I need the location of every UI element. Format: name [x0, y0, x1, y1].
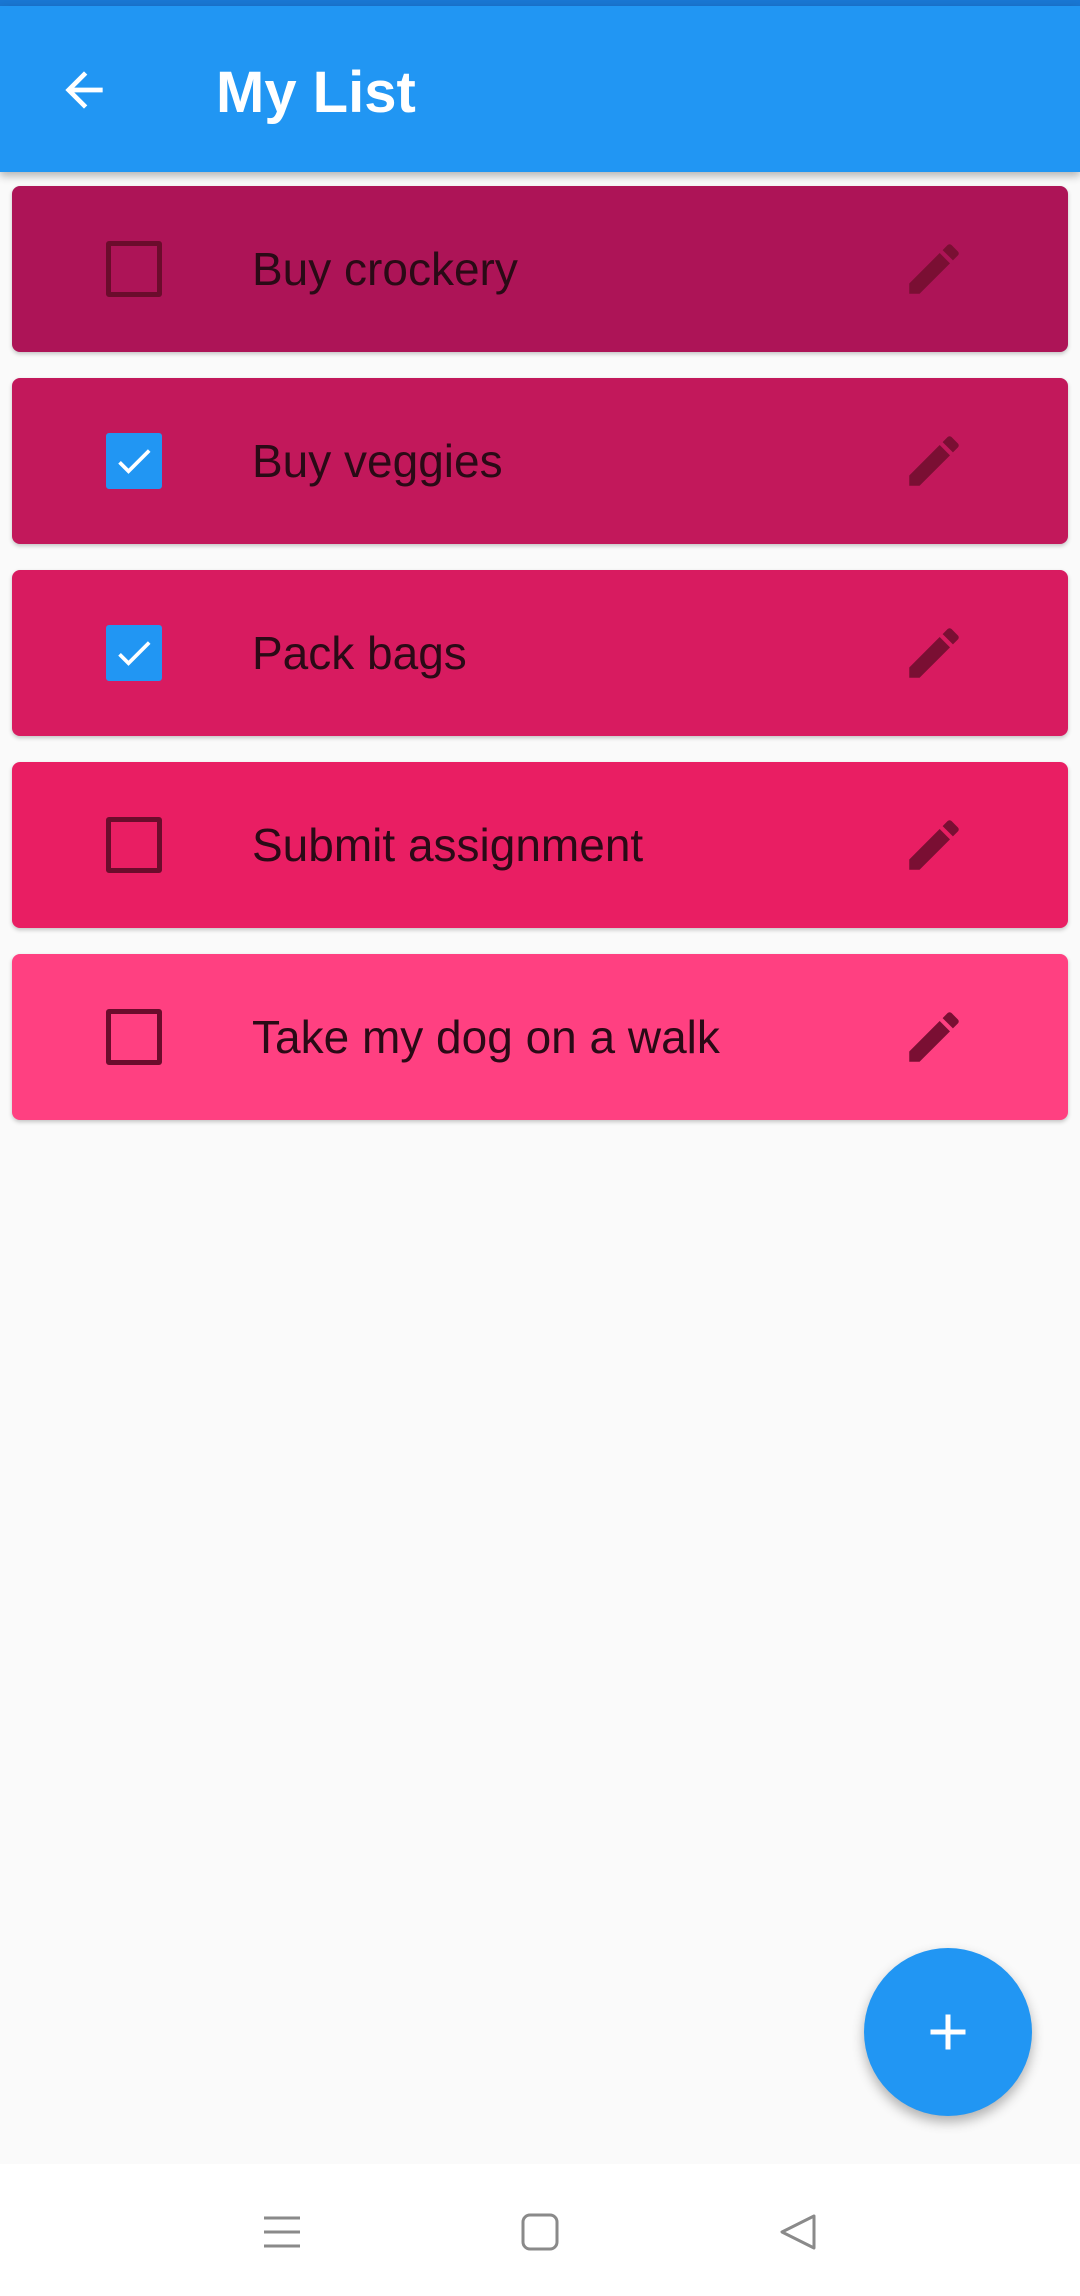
menu-icon	[264, 2216, 300, 2248]
nav-menu-button[interactable]	[250, 2200, 314, 2264]
check-icon	[118, 641, 151, 666]
task-card: Pack bags	[12, 570, 1068, 736]
edit-button[interactable]	[894, 805, 974, 885]
pencil-icon	[909, 820, 959, 870]
task-label: Take my dog on a walk	[252, 1011, 720, 1063]
add-task-button[interactable]	[864, 1948, 1032, 2116]
task-card: Buy crockery	[12, 186, 1068, 352]
arrow-left-icon	[65, 71, 103, 109]
edit-button[interactable]	[894, 229, 974, 309]
back-triangle-icon	[780, 2214, 816, 2250]
pencil-icon	[909, 244, 959, 294]
task-checkbox[interactable]	[106, 241, 162, 297]
edit-button[interactable]	[894, 613, 974, 693]
task-checkbox[interactable]	[106, 1009, 162, 1065]
task-label: Pack bags	[252, 627, 467, 679]
edit-button[interactable]	[894, 997, 974, 1077]
task-label: Submit assignment	[252, 819, 644, 871]
check-icon	[118, 449, 151, 474]
task-list: Buy crockery Buy veggies Pack bags Submi…	[12, 186, 1068, 1146]
page-title: My List	[216, 60, 416, 125]
pencil-icon	[909, 436, 959, 486]
task-checkbox[interactable]	[106, 625, 162, 681]
nav-back-button[interactable]	[766, 2200, 830, 2264]
system-nav-bar	[0, 2164, 1080, 2296]
app-bar: My List	[0, 6, 1080, 172]
task-label: Buy veggies	[252, 435, 503, 487]
task-card: Buy veggies	[12, 378, 1068, 544]
pencil-icon	[909, 628, 959, 678]
task-checkbox[interactable]	[106, 433, 162, 489]
task-checkbox[interactable]	[106, 817, 162, 873]
home-square-icon	[521, 2213, 559, 2251]
edit-button[interactable]	[894, 421, 974, 501]
task-label: Buy crockery	[252, 243, 518, 295]
pencil-icon	[909, 1012, 959, 1062]
nav-home-button[interactable]	[508, 2200, 572, 2264]
back-button[interactable]	[40, 46, 128, 134]
task-card: Take my dog on a walk	[12, 954, 1068, 1120]
plus-icon	[930, 2014, 966, 2050]
task-card: Submit assignment	[12, 762, 1068, 928]
